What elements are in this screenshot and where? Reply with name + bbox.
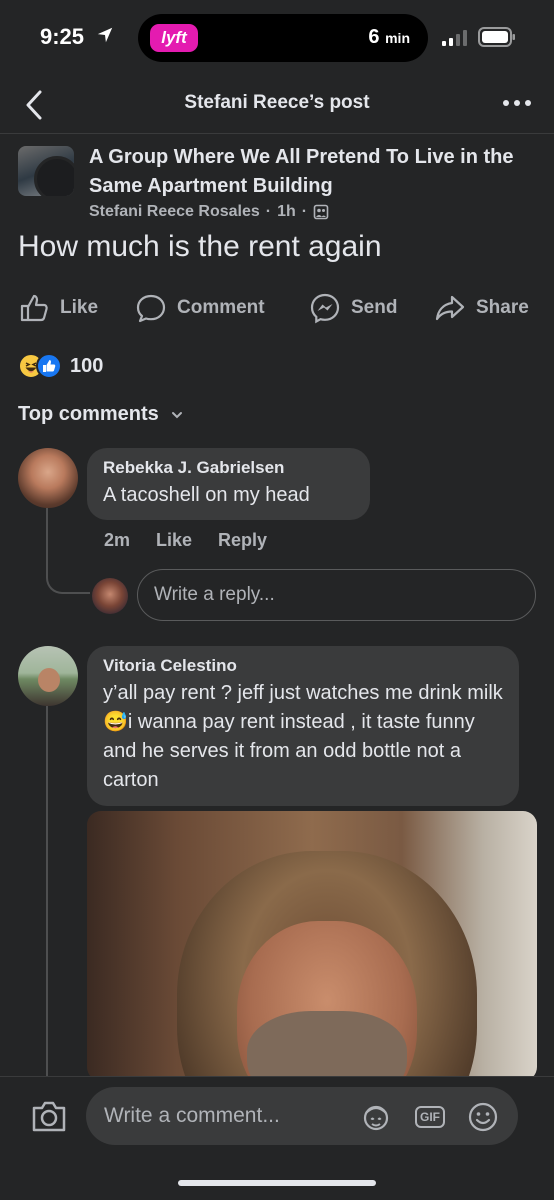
privacy-icon <box>313 204 329 220</box>
share-label: Share <box>476 297 529 318</box>
location-arrow-icon <box>97 27 113 43</box>
comment-bubble[interactable]: Vitoria Celestino y’all pay rent ? jeff … <box>87 646 519 806</box>
reaction-count: 100 <box>70 354 104 377</box>
reply-thread-line <box>46 508 90 594</box>
reaction-summary[interactable]: 100 <box>18 352 103 380</box>
comment-sort-label: Top comments <box>18 403 159 425</box>
reply-input[interactable]: Write a reply... <box>137 569 536 621</box>
gif-icon[interactable]: GIF <box>414 1101 446 1133</box>
post-time[interactable]: 1h <box>277 203 296 221</box>
comment-input[interactable]: Write a comment... GIF <box>86 1087 518 1145</box>
divider <box>0 133 554 134</box>
like-label: Like <box>60 297 99 318</box>
comment-icon <box>136 294 166 323</box>
comment-reply-button[interactable]: Reply <box>218 530 267 551</box>
image-subject-beard <box>247 1011 407 1081</box>
status-time: 9:25 <box>40 24 85 49</box>
group-avatar[interactable] <box>18 146 74 196</box>
comment-time: 2m <box>104 530 131 550</box>
commenter-name[interactable]: Rebekka J. Gabrielsen <box>103 458 354 478</box>
comment-text: A tacoshell on my head <box>103 484 310 506</box>
avatar[interactable] <box>18 646 78 706</box>
status-bar: 9:25 lyft 6 min <box>0 0 554 78</box>
like-reaction-icon <box>36 353 62 379</box>
home-indicator[interactable] <box>178 1180 376 1186</box>
commenter-name[interactable]: Vitoria Celestino <box>103 656 503 676</box>
share-button[interactable]: Share <box>434 288 529 328</box>
messenger-icon <box>310 293 340 324</box>
lyft-logo: lyft <box>150 24 198 52</box>
comment-input-placeholder: Write a comment... <box>104 1104 280 1127</box>
more-icon[interactable] <box>502 96 532 110</box>
like-button[interactable]: Like <box>18 288 98 328</box>
emoji-icon[interactable] <box>467 1101 499 1133</box>
comment-button[interactable]: Comment <box>135 288 265 328</box>
eta-value: 6 <box>368 26 380 48</box>
comment-thread-line <box>46 706 48 1081</box>
comment-actions: 2m Like Reply <box>104 530 267 551</box>
comment-like-button[interactable]: Like <box>156 530 192 551</box>
avatar[interactable] <box>18 448 78 508</box>
comment-text: y’all pay rent ? jeff just watches me dr… <box>103 682 503 791</box>
dynamic-island[interactable]: lyft 6 min <box>138 14 428 62</box>
meta-separator: · <box>265 203 272 220</box>
avatar <box>92 578 128 614</box>
eta-readout: 6 min <box>368 26 410 49</box>
author-name-link[interactable]: Stefani Reece Rosales <box>89 203 260 221</box>
nav-header: Stefani Reece’s post <box>0 78 554 134</box>
comment-image[interactable] <box>87 811 537 1081</box>
post-text: How much is the rent again <box>18 230 382 263</box>
like-icon <box>20 294 48 322</box>
post-meta: Stefani Reece Rosales · 1h · <box>89 203 329 221</box>
reply-input-placeholder: Write a reply... <box>154 584 275 605</box>
comment-label: Comment <box>177 297 265 318</box>
group-name-link[interactable]: A Group Where We All Pretend To Live in … <box>89 143 529 201</box>
gif-label: GIF <box>415 1106 445 1128</box>
meta-separator: · <box>301 203 308 220</box>
eta-unit: min <box>385 30 410 46</box>
comment-sort-dropdown[interactable]: Top comments <box>18 403 183 426</box>
send-label: Send <box>351 297 398 318</box>
avatar-sticker-icon[interactable] <box>360 1101 392 1133</box>
page-title: Stefani Reece’s post <box>184 92 370 113</box>
camera-icon[interactable] <box>30 1099 68 1133</box>
send-button[interactable]: Send <box>309 288 397 328</box>
chevron-down-icon <box>171 411 182 418</box>
post-action-bar: Like Comment Send Share <box>0 288 554 328</box>
battery-icon <box>478 27 515 47</box>
share-icon <box>435 295 465 321</box>
comment-bubble[interactable]: Rebekka J. Gabrielsen A tacoshell on my … <box>87 448 370 520</box>
signal-icon <box>442 30 467 46</box>
